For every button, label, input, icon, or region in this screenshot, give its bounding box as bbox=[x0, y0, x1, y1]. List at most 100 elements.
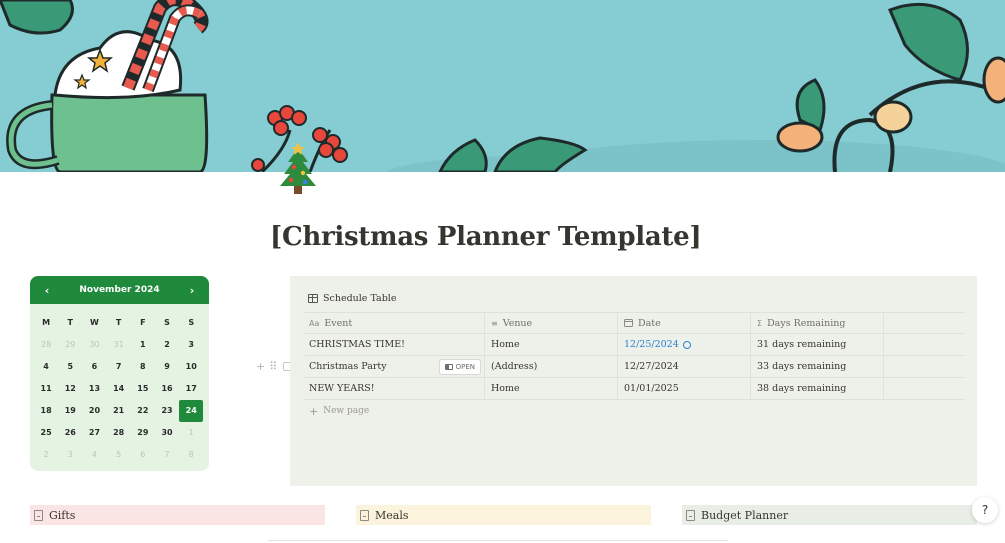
calendar-day[interactable]: 2 bbox=[34, 444, 58, 466]
calendar-day[interactable]: 10 bbox=[179, 356, 203, 378]
calendar-day[interactable]: 19 bbox=[58, 400, 82, 422]
link-meals[interactable]: Meals bbox=[356, 505, 651, 525]
cell-event[interactable]: NEW YEARS! bbox=[305, 378, 485, 399]
calendar-day[interactable]: 23 bbox=[155, 400, 179, 422]
weekday-label: S bbox=[164, 318, 170, 327]
page-icon bbox=[360, 509, 369, 521]
cell-event[interactable]: Christmas Party OPEN bbox=[305, 356, 485, 377]
calendar-day[interactable]: 7 bbox=[107, 356, 131, 378]
cover-illustration bbox=[0, 0, 1005, 172]
calendar-day[interactable]: 8 bbox=[131, 356, 155, 378]
calendar-widget: ‹ November 2024 › M T W T F S S 28 29 30 31 1 2 3 4 5 6 7… bbox=[30, 276, 209, 471]
calendar-month-label: November 2024 bbox=[79, 285, 160, 295]
calendar-day[interactable]: 2 bbox=[155, 334, 179, 356]
column-header-venue[interactable]: ≡ Venue bbox=[485, 313, 618, 333]
side-peek-icon bbox=[444, 364, 453, 370]
calendar-day[interactable]: 13 bbox=[82, 378, 106, 400]
cell-venue[interactable]: Home bbox=[485, 378, 618, 399]
help-button[interactable]: ? bbox=[972, 497, 998, 523]
column-label: Event bbox=[324, 317, 353, 329]
cell-date[interactable]: 12/27/2024 bbox=[618, 356, 751, 377]
link-label: Gifts bbox=[49, 508, 76, 522]
column-header-days-remaining[interactable]: Σ Days Remaining bbox=[751, 313, 884, 333]
text-property-icon: Aa bbox=[309, 318, 320, 328]
calendar-day[interactable]: 22 bbox=[131, 400, 155, 422]
schedule-database: Schedule Table Aa Event ≡ Venue Date Σ D… bbox=[290, 276, 977, 486]
link-gifts[interactable]: Gifts bbox=[30, 505, 325, 525]
table-row[interactable]: Christmas Party OPEN (Address) 12/27/202… bbox=[305, 356, 965, 378]
calendar-header: ‹ November 2024 › bbox=[30, 276, 209, 304]
link-label: Meals bbox=[375, 508, 409, 522]
calendar-day[interactable]: 20 bbox=[82, 400, 106, 422]
calendar-day[interactable]: 3 bbox=[58, 444, 82, 466]
calendar-day[interactable]: 31 bbox=[107, 334, 131, 356]
calendar-day[interactable]: 4 bbox=[34, 356, 58, 378]
list-property-icon: ≡ bbox=[491, 318, 498, 328]
calendar-day[interactable]: 3 bbox=[179, 334, 203, 356]
calendar-day[interactable]: 14 bbox=[107, 378, 131, 400]
database-title[interactable]: Schedule Table bbox=[308, 293, 396, 304]
open-button[interactable]: OPEN bbox=[438, 359, 481, 375]
weekday-label: T bbox=[115, 318, 122, 327]
calendar-day[interactable]: 1 bbox=[131, 334, 155, 356]
calendar-day[interactable]: 4 bbox=[82, 444, 106, 466]
column-label: Date bbox=[638, 317, 661, 329]
calendar-day[interactable]: 5 bbox=[107, 444, 131, 466]
calendar-day[interactable]: 29 bbox=[131, 422, 155, 444]
cell-venue[interactable]: (Address) bbox=[485, 356, 618, 377]
table-row[interactable]: NEW YEARS! Home 01/01/2025 38 days remai… bbox=[305, 378, 965, 400]
column-header-event[interactable]: Aa Event bbox=[305, 313, 485, 333]
weekday-label: F bbox=[140, 318, 146, 327]
cell-filler bbox=[884, 334, 965, 355]
calendar-day[interactable]: 15 bbox=[131, 378, 155, 400]
calendar-day-today[interactable]: 24 bbox=[179, 400, 204, 422]
chevron-left-icon[interactable]: ‹ bbox=[40, 284, 54, 297]
calendar-day[interactable]: 30 bbox=[155, 422, 179, 444]
calendar-day[interactable]: 25 bbox=[34, 422, 58, 444]
calendar-day[interactable]: 21 bbox=[107, 400, 131, 422]
new-page-button[interactable]: + New page bbox=[305, 400, 965, 422]
new-page-label: New page bbox=[323, 406, 370, 416]
calendar-day[interactable]: 9 bbox=[155, 356, 179, 378]
page-title[interactable]: [Christmas Planner Template] bbox=[270, 222, 702, 252]
calendar-day[interactable]: 8 bbox=[179, 444, 203, 466]
christmas-tree-icon[interactable] bbox=[274, 142, 322, 196]
formula-icon: Σ bbox=[757, 318, 763, 328]
calendar-day[interactable]: 27 bbox=[82, 422, 106, 444]
calendar-day[interactable]: 7 bbox=[155, 444, 179, 466]
calendar-day[interactable]: 6 bbox=[82, 356, 106, 378]
cell-event[interactable]: CHRISTMAS TIME! bbox=[305, 334, 485, 355]
calendar-day[interactable]: 28 bbox=[107, 422, 131, 444]
calendar-day[interactable]: 11 bbox=[34, 378, 58, 400]
calendar-day[interactable]: 1 bbox=[179, 422, 203, 444]
calendar-day[interactable]: 5 bbox=[58, 356, 82, 378]
cell-date[interactable]: 01/01/2025 bbox=[618, 378, 751, 399]
weekday-label: T bbox=[67, 318, 74, 327]
chevron-right-icon[interactable]: › bbox=[185, 284, 199, 297]
calendar-day[interactable]: 17 bbox=[179, 378, 203, 400]
cell-days-remaining: 31 days remaining bbox=[751, 334, 884, 355]
alarm-clock-icon bbox=[682, 340, 691, 349]
link-budget-planner[interactable]: Budget Planner bbox=[682, 505, 977, 525]
cell-filler bbox=[884, 356, 965, 377]
event-title: Christmas Party bbox=[309, 361, 387, 372]
calendar-day[interactable]: 29 bbox=[58, 334, 82, 356]
calendar-day[interactable]: 12 bbox=[58, 378, 82, 400]
calendar-day[interactable]: 16 bbox=[155, 378, 179, 400]
open-label: OPEN bbox=[455, 363, 475, 371]
calendar-day[interactable]: 6 bbox=[131, 444, 155, 466]
calendar-day[interactable]: 26 bbox=[58, 422, 82, 444]
calendar-day[interactable]: 28 bbox=[34, 334, 58, 356]
plus-icon: + bbox=[309, 404, 319, 418]
calendar-day[interactable]: 30 bbox=[82, 334, 106, 356]
table-row[interactable]: CHRISTMAS TIME! Home 12/25/2024 31 days … bbox=[305, 334, 965, 356]
column-header-date[interactable]: Date bbox=[618, 313, 751, 333]
column-label: Venue bbox=[502, 317, 533, 329]
calendar-day[interactable]: 18 bbox=[34, 400, 58, 422]
cell-date[interactable]: 12/25/2024 bbox=[618, 334, 751, 355]
cell-venue[interactable]: Home bbox=[485, 334, 618, 355]
divider bbox=[268, 540, 728, 541]
drag-handle-icon[interactable]: ⠿ bbox=[269, 360, 277, 373]
add-row-icon[interactable]: + bbox=[256, 360, 265, 373]
schedule-table: Aa Event ≡ Venue Date Σ Days Remaining C… bbox=[305, 312, 965, 422]
